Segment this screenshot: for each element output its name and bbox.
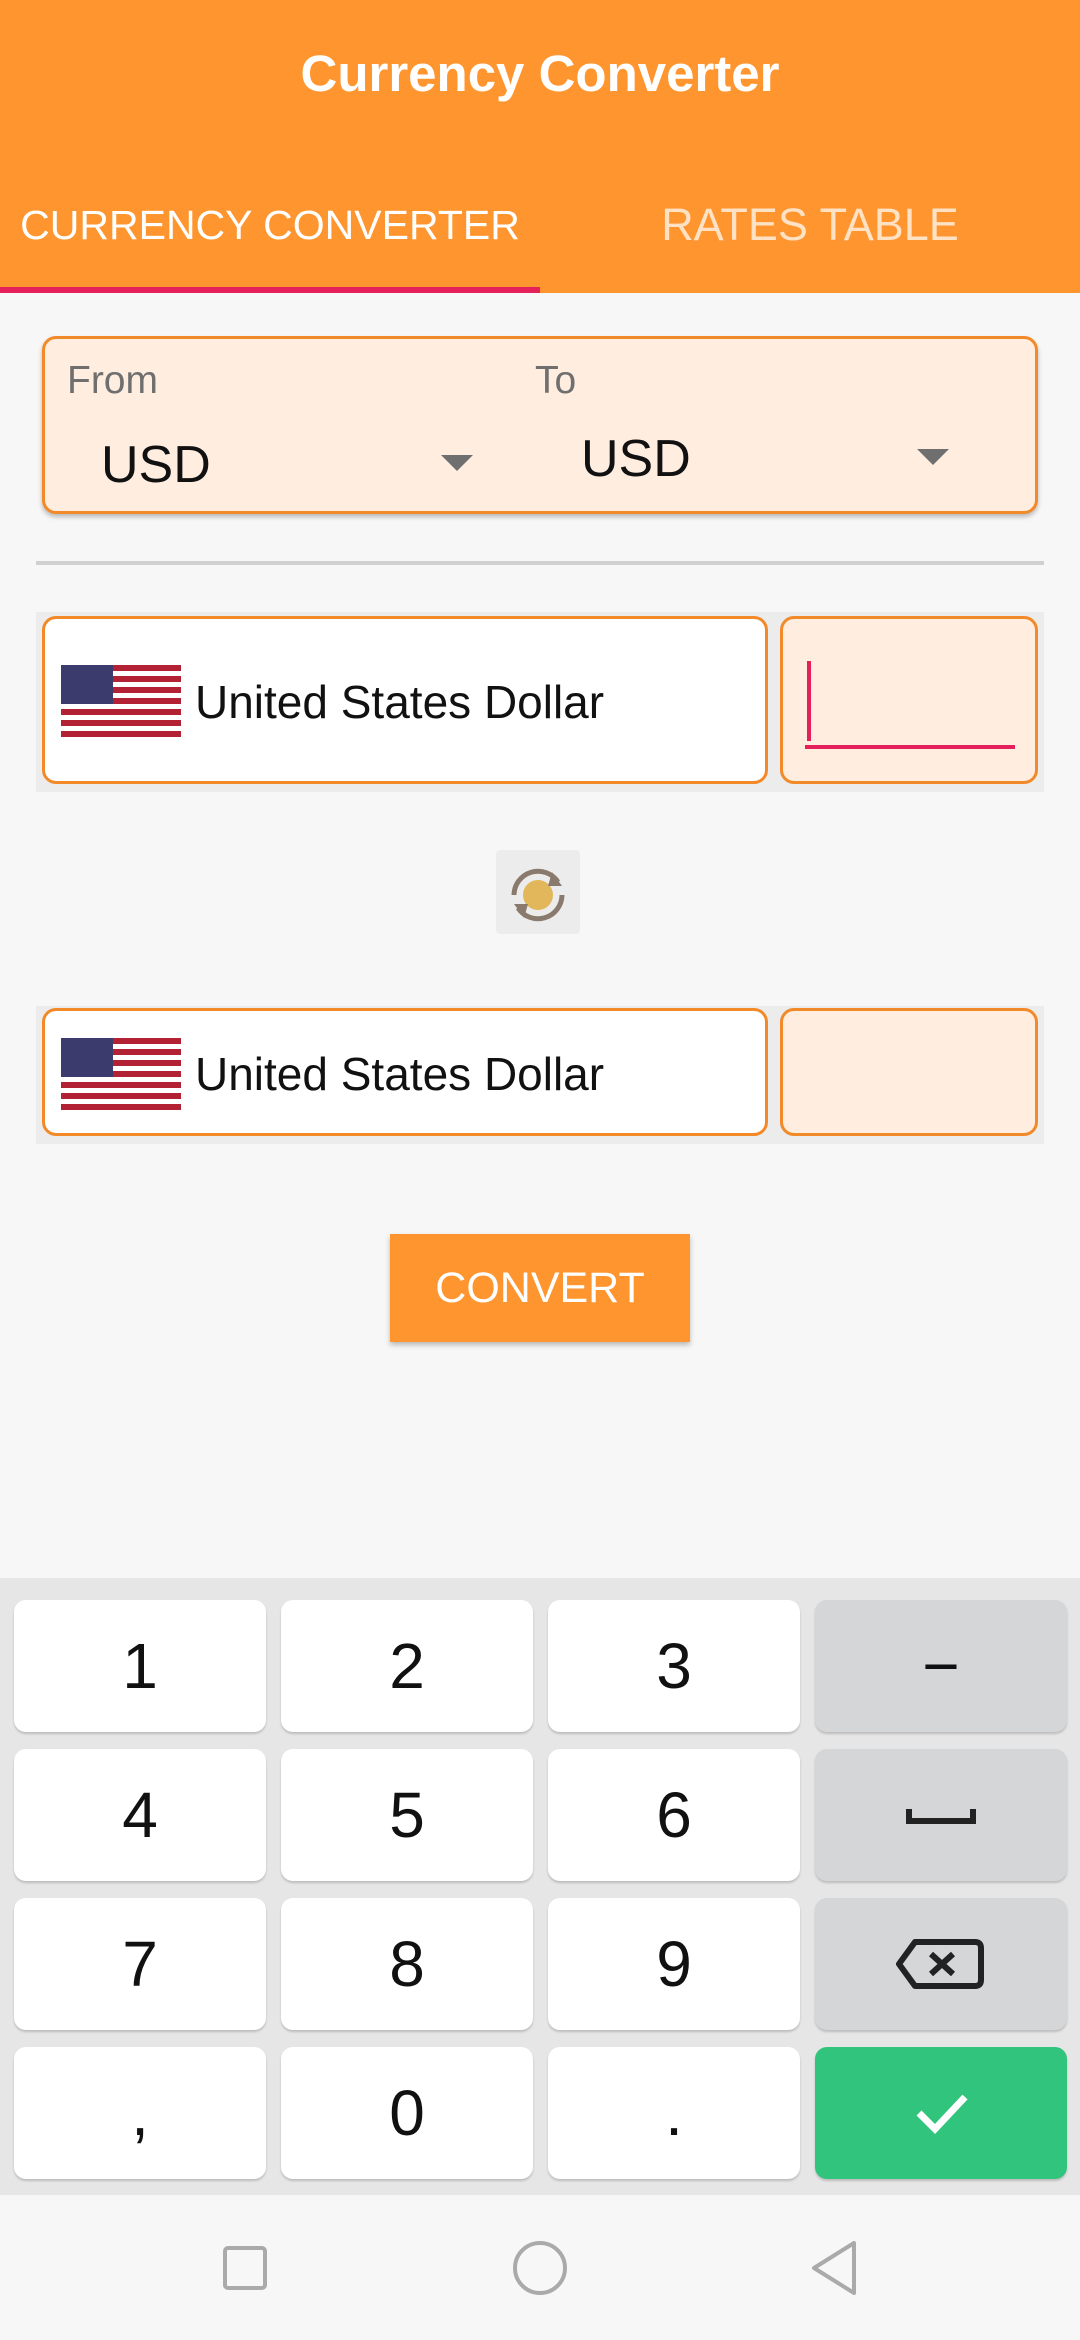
from-currency-name: United States Dollar	[195, 676, 605, 728]
key-8[interactable]: 8	[281, 1898, 533, 2030]
swap-icon	[511, 868, 565, 922]
recents-icon[interactable]	[222, 2245, 268, 2291]
tab-indicator	[0, 287, 540, 293]
swap-button[interactable]	[496, 850, 580, 934]
us-flag-icon	[61, 1038, 181, 1110]
divider	[36, 561, 1044, 565]
from-currency-box[interactable]: United States Dollar	[42, 616, 768, 784]
key-dot[interactable]: .	[548, 2047, 800, 2179]
us-flag-icon	[61, 665, 181, 737]
to-currency-dropdown[interactable]: USD	[581, 429, 691, 489]
to-currency-box[interactable]: United States Dollar	[42, 1008, 768, 1136]
key-4[interactable]: 4	[14, 1749, 266, 1881]
key-2[interactable]: 2	[281, 1600, 533, 1732]
app-bar: Currency Converter CURRENCY CONVERTER RA…	[0, 0, 1080, 293]
to-label: To	[535, 359, 577, 402]
from-dropdown-caret-icon[interactable]	[441, 455, 473, 471]
to-amount-output[interactable]	[780, 1008, 1038, 1136]
key-9[interactable]: 9	[548, 1898, 800, 2030]
to-dropdown-caret-icon[interactable]	[917, 449, 949, 465]
space-icon	[906, 1809, 976, 1824]
convert-button[interactable]: CONVERT	[390, 1234, 690, 1342]
app-title: Currency Converter	[300, 45, 780, 102]
text-cursor	[807, 661, 811, 741]
key-6[interactable]: 6	[548, 1749, 800, 1881]
key-7[interactable]: 7	[14, 1898, 266, 2030]
home-icon[interactable]	[512, 2240, 568, 2296]
key-backspace[interactable]	[815, 1898, 1067, 2030]
check-icon	[916, 2094, 968, 2135]
key-3[interactable]: 3	[548, 1600, 800, 1732]
key-minus[interactable]: −	[815, 1600, 1067, 1732]
back-icon[interactable]	[808, 2239, 860, 2297]
key-comma[interactable]: ,	[14, 2047, 266, 2179]
key-5[interactable]: 5	[281, 1749, 533, 1881]
input-underline	[805, 745, 1015, 749]
key-done[interactable]	[815, 2047, 1067, 2179]
from-amount-input[interactable]	[780, 616, 1038, 784]
tab-currency-converter[interactable]: CURRENCY CONVERTER	[0, 195, 540, 255]
key-0[interactable]: 0	[281, 2047, 533, 2179]
from-label: From	[67, 359, 158, 402]
to-currency-name: United States Dollar	[195, 1048, 605, 1100]
key-1[interactable]: 1	[14, 1600, 266, 1732]
numeric-keyboard: 1 2 3 − 4 5 6 7 8 9 , 0 .	[0, 1578, 1080, 2195]
key-space[interactable]	[815, 1749, 1067, 1881]
from-currency-dropdown[interactable]: USD	[101, 435, 211, 495]
tab-rates-table[interactable]: RATES TABLE	[540, 195, 1080, 255]
backspace-icon	[896, 1939, 984, 1989]
system-nav-bar	[0, 2195, 1080, 2340]
currency-selector-card: From USD To USD	[42, 336, 1038, 514]
